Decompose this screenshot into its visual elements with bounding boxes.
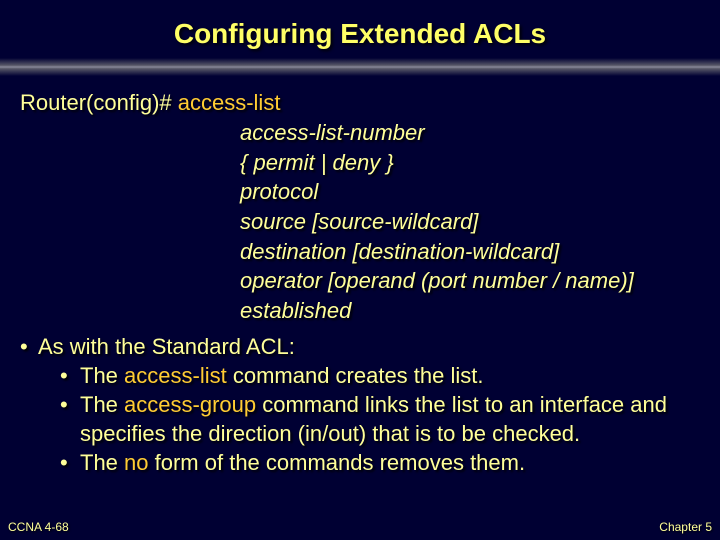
syntax-line: destination [destination-wildcard] — [240, 237, 702, 267]
text: form of the commands removes them. — [149, 450, 526, 475]
text: The — [80, 363, 124, 388]
text: The — [80, 450, 124, 475]
bullet-main: As with the Standard ACL: — [20, 332, 702, 361]
syntax-line: operator [operand (port number / name)] — [240, 266, 702, 296]
highlight: access-list — [124, 363, 227, 388]
slide-content: Router(config)# access-list access-list-… — [0, 90, 720, 477]
text: command creates the list. — [227, 363, 484, 388]
syntax-line: { permit | deny } — [240, 148, 702, 178]
bullet-sub: The access-list command creates the list… — [20, 361, 702, 390]
footer-left: CCNA 4-68 — [8, 520, 69, 534]
footer-right: Chapter 5 — [659, 520, 712, 534]
highlight: access-group — [124, 392, 256, 417]
bullet-list: As with the Standard ACL: The access-lis… — [20, 332, 702, 477]
bullet-sub: The no form of the commands removes them… — [20, 448, 702, 477]
syntax-block: access-list-number { permit | deny } pro… — [20, 118, 702, 326]
syntax-line: established — [240, 296, 702, 326]
syntax-line: protocol — [240, 177, 702, 207]
bullet-sub: The access-group command links the list … — [20, 390, 702, 448]
highlight: no — [124, 450, 148, 475]
router-prompt-line: Router(config)# access-list — [20, 90, 702, 116]
prompt-prefix: Router(config)# — [20, 90, 178, 115]
footer: CCNA 4-68 Chapter 5 — [8, 520, 712, 534]
page-title: Configuring Extended ACLs — [0, 18, 720, 50]
syntax-line: access-list-number — [240, 118, 702, 148]
title-divider — [0, 58, 720, 76]
text: The — [80, 392, 124, 417]
prompt-command: access-list — [178, 90, 281, 115]
syntax-line: source [source-wildcard] — [240, 207, 702, 237]
